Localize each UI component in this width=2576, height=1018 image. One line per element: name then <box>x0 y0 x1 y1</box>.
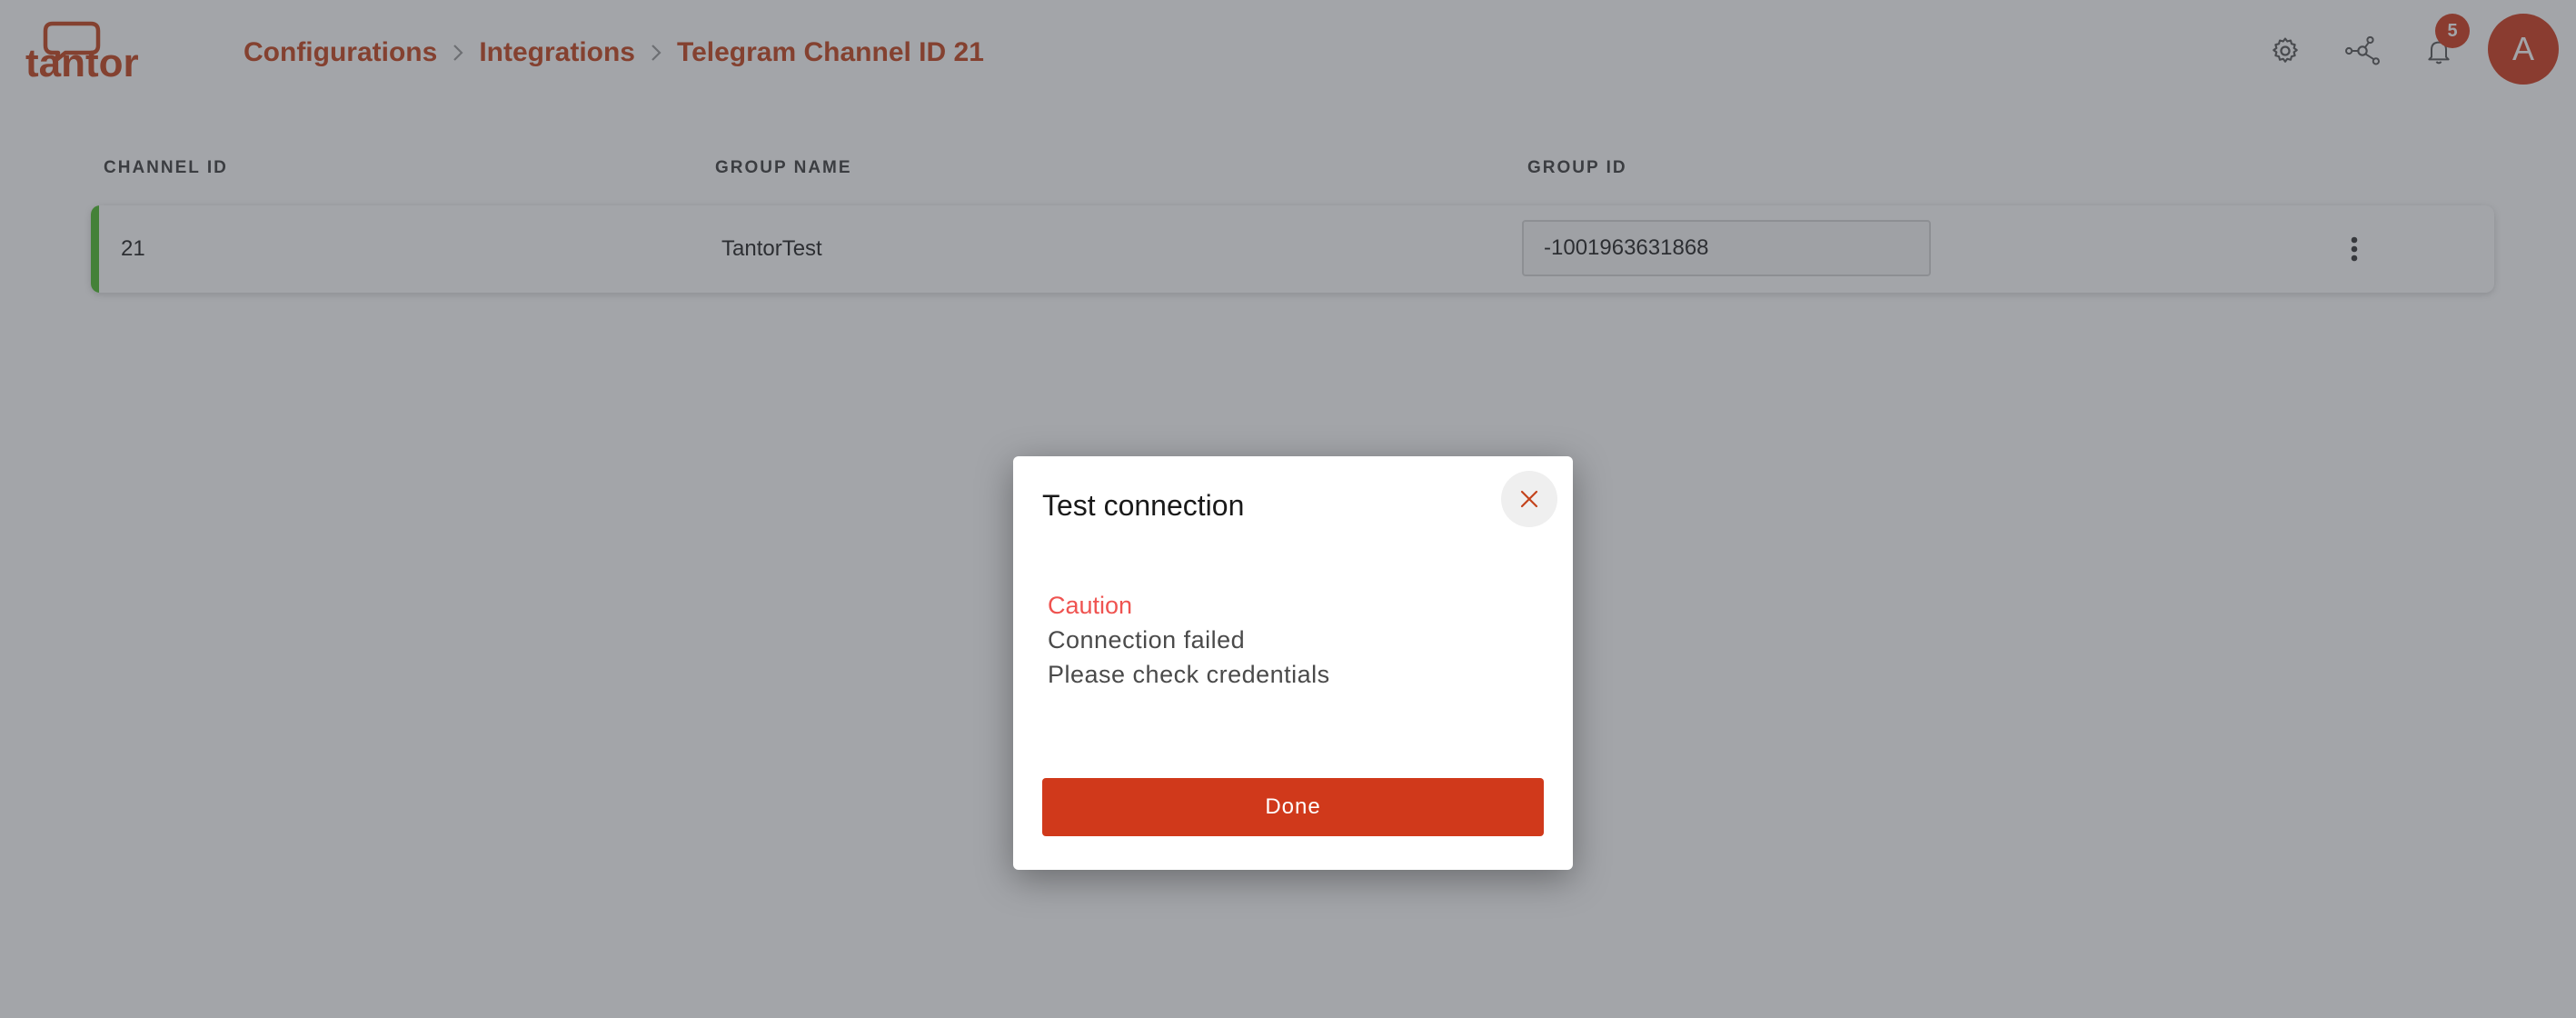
dialog-title: Test connection <box>1042 489 1245 522</box>
caution-label: Caution <box>1048 592 1133 619</box>
dialog-body: Caution Connection failed Please check c… <box>1048 588 1330 692</box>
done-button[interactable]: Done <box>1042 778 1544 836</box>
close-icon <box>1520 490 1538 508</box>
error-hint: Please check credentials <box>1048 661 1330 688</box>
test-connection-dialog: Test connection Caution Connection faile… <box>1013 456 1573 870</box>
error-message: Connection failed <box>1048 626 1246 654</box>
close-button[interactable] <box>1501 471 1557 527</box>
page: tantor Configurations Integrations Teleg… <box>0 0 2576 1018</box>
